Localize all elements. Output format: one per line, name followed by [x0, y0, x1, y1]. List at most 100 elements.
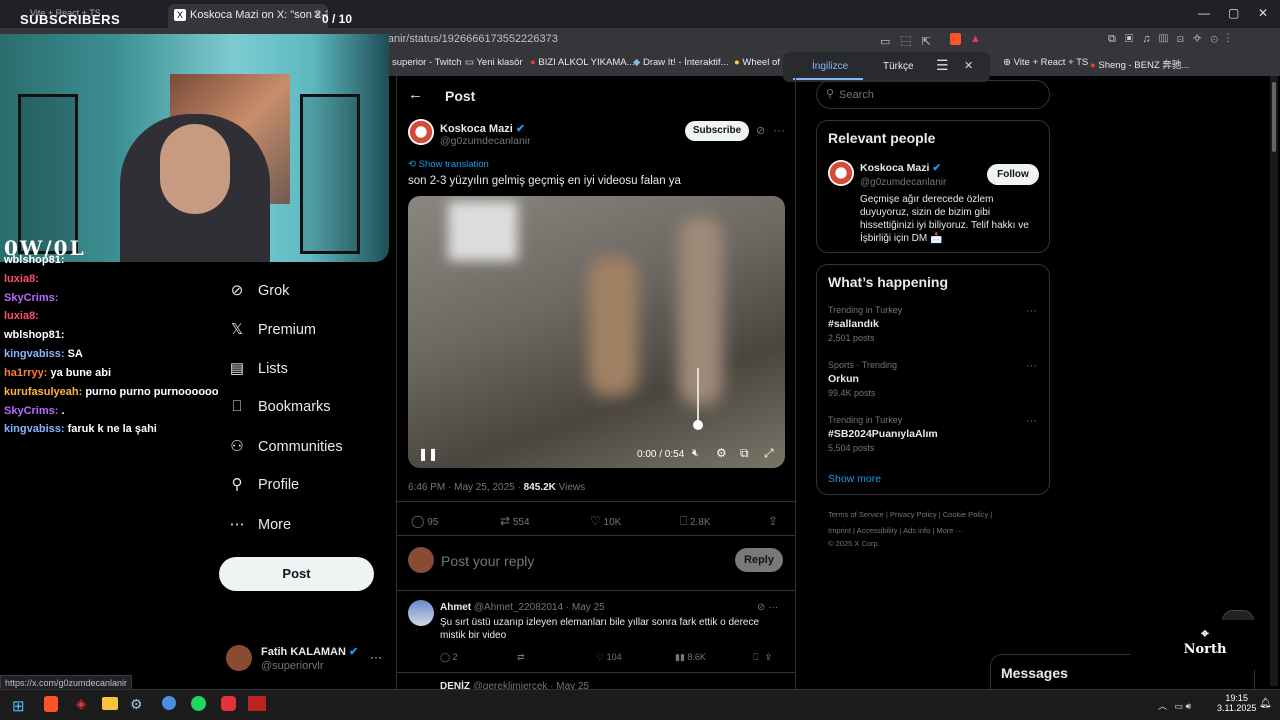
trend-more-icon[interactable]: ···: [1026, 305, 1037, 317]
nav-item-premium[interactable]: 𝕏 Premium: [228, 320, 316, 338]
chat-username[interactable]: luxia8:: [4, 310, 39, 322]
account-name[interactable]: Fatih KALAMAN ✔: [261, 645, 358, 658]
windows-start-icon[interactable]: ⊞: [12, 697, 25, 715]
active-tab[interactable]: X Koskoca Mazi on X: "son 2-3 yüz ✕: [168, 4, 328, 28]
app-taskbar-icon[interactable]: [162, 696, 176, 710]
reply-input[interactable]: Post your reply: [441, 553, 534, 569]
translate-close-icon[interactable]: ✕: [964, 59, 973, 72]
chat-username[interactable]: ha1rryy:: [4, 367, 47, 379]
bookmark-item[interactable]: ● BIZI ALKOL YIKAMA...: [530, 57, 635, 68]
menu-icon[interactable]: ☰: [936, 57, 949, 74]
trend-more-icon[interactable]: ···: [1026, 360, 1037, 372]
shelf: [300, 94, 360, 254]
mute-icon[interactable]: 🔇︎: [692, 447, 699, 460]
volume-slider[interactable]: [697, 368, 699, 423]
show-translation-link[interactable]: ⟲ Show translation: [408, 159, 489, 170]
translate-tab-english[interactable]: İngilizce: [812, 61, 848, 72]
translate-tab-turkish[interactable]: Türkçe: [883, 61, 914, 72]
tray-icons[interactable]: ︿ ▭ 🔊︎: [1158, 699, 1191, 712]
search-input[interactable]: Search: [816, 80, 1050, 109]
reply-count[interactable]: ◯ 95: [411, 514, 438, 528]
follow-button[interactable]: Follow: [987, 164, 1039, 185]
reply-repost-icon[interactable]: ⇄: [517, 652, 525, 663]
post-timestamp: 6:46 PM · May 25, 2025 · 845.2K Views: [408, 482, 586, 493]
chat-username[interactable]: wblshop81:: [4, 329, 65, 341]
footer-links[interactable]: Imprint | Accessibility | Ads info | Mor…: [828, 526, 963, 535]
toolbar-icons[interactable]: ▭⿱⇱: [880, 33, 941, 49]
chat-username[interactable]: kingvabiss:: [4, 348, 65, 360]
nav-item-lists[interactable]: ▤ Lists: [228, 359, 288, 377]
app-taskbar-icon[interactable]: ◈: [76, 696, 86, 712]
nav-item-profile[interactable]: ⚲ Profile: [228, 475, 300, 493]
share-icon[interactable]: ⇪: [768, 514, 778, 528]
nav-item-more[interactable]: ⋯ More: [228, 515, 292, 533]
chat-username[interactable]: SkyCrims:: [4, 292, 58, 304]
nav-item-communities[interactable]: ⚇ Communities: [228, 437, 342, 455]
reply-bookmark-share-icons[interactable]: ⎕ ⇪: [753, 652, 771, 663]
bookmark-item[interactable]: ● Wheel of: [734, 57, 780, 68]
nav-item-bookmarks[interactable]: ⎕ Bookmarks: [228, 398, 330, 415]
back-arrow-icon[interactable]: ←: [408, 86, 423, 103]
steam-icon[interactable]: ⚙: [130, 696, 143, 713]
footer-links[interactable]: Terms of Service | Privacy Policy | Cook…: [828, 510, 992, 519]
bookmark-item[interactable]: superior - Twitch: [392, 57, 462, 68]
app-taskbar-icon[interactable]: [248, 696, 266, 711]
chat-username[interactable]: luxia8:: [4, 273, 39, 285]
like-count[interactable]: ♡ 10K: [590, 514, 621, 528]
repost-count[interactable]: ⇄ 554: [500, 514, 530, 528]
video-player[interactable]: [408, 196, 785, 468]
author-avatar[interactable]: [408, 119, 434, 145]
minimize-icon[interactable]: —: [1198, 6, 1210, 20]
volume-handle[interactable]: [693, 420, 703, 430]
tab-close-icon[interactable]: ✕: [313, 8, 322, 21]
author-name[interactable]: Koskoca Mazi ✔: [440, 122, 525, 135]
reply-replies[interactable]: ◯ 2: [440, 652, 458, 663]
reply-text: Şu sırt üstü uzanıp izleyen elemanları b…: [440, 617, 760, 641]
brave-taskbar-icon[interactable]: [44, 696, 58, 712]
bookmark-item[interactable]: ▭ Yeni klasör: [465, 57, 523, 68]
reply-author-avatar[interactable]: [408, 600, 434, 626]
account-more-icon[interactable]: ···: [370, 650, 382, 664]
brave-shield-icon[interactable]: [950, 33, 961, 45]
spotify-icon[interactable]: [191, 696, 206, 711]
fullscreen-icon[interactable]: ⤢: [764, 446, 774, 461]
account-avatar[interactable]: [226, 645, 252, 671]
brave-rewards-icon[interactable]: ▲: [970, 33, 981, 45]
post-button[interactable]: Post: [219, 557, 374, 591]
person-avatar[interactable]: [828, 160, 854, 186]
app-taskbar-icon[interactable]: [221, 696, 236, 711]
reply-likes[interactable]: ♡ 104: [596, 652, 622, 663]
pause-icon[interactable]: ❚❚: [418, 447, 438, 461]
scrollbar[interactable]: [1270, 76, 1278, 686]
lists-icon: ▤: [229, 360, 245, 377]
chat-username[interactable]: kurufasulyeah:: [4, 386, 82, 398]
clock-date: 3.11.2025: [1217, 703, 1257, 713]
pip-icon[interactable]: ⧉: [740, 446, 749, 461]
file-explorer-icon[interactable]: [102, 697, 118, 710]
scrollbar-thumb[interactable]: [1272, 82, 1276, 152]
person-name[interactable]: Koskoca Mazi ✔: [860, 162, 941, 174]
clock[interactable]: 19:15 3.11.2025: [1217, 693, 1256, 713]
reply-views[interactable]: ▮▮ 8.6K: [675, 652, 706, 663]
grok-explain-icon[interactable]: ⊘: [756, 124, 765, 137]
chat-username[interactable]: wblshop81:: [4, 254, 65, 266]
show-more-link[interactable]: Show more: [828, 473, 881, 485]
nav-item-grok[interactable]: ⊘ Grok: [228, 281, 290, 299]
grok-explain-icon[interactable]: ⊘ ···: [757, 602, 778, 613]
window-close-icon[interactable]: ✕: [1258, 6, 1268, 20]
trend-name: Orkun: [828, 373, 859, 385]
notification-icon[interactable]: 🔔︎: [1259, 698, 1272, 709]
bookmark-item[interactable]: ◆ Draw It! - İnteraktif...: [633, 57, 728, 68]
chat-username[interactable]: kingvabiss:: [4, 423, 65, 435]
reply-button[interactable]: Reply: [735, 548, 783, 572]
bookmark-item[interactable]: ⊕ Vite + React + TS: [1003, 57, 1088, 68]
chat-username[interactable]: SkyCrims:: [4, 405, 58, 417]
maximize-icon[interactable]: ▢: [1228, 6, 1239, 20]
post-more-icon[interactable]: ···: [773, 123, 785, 137]
settings-gear-icon[interactable]: ⚙: [716, 446, 727, 460]
bookmark-count[interactable]: ⎕ 2.8K: [680, 514, 711, 529]
subscribe-button[interactable]: Subscribe: [685, 121, 749, 141]
bookmark-item[interactable]: ● Sheng - BENZ 奔驰...: [1090, 57, 1189, 71]
trend-more-icon[interactable]: ···: [1026, 415, 1037, 427]
extension-icons[interactable]: ⧉▣♫▥⊡✧⊙⋮: [1108, 33, 1239, 46]
